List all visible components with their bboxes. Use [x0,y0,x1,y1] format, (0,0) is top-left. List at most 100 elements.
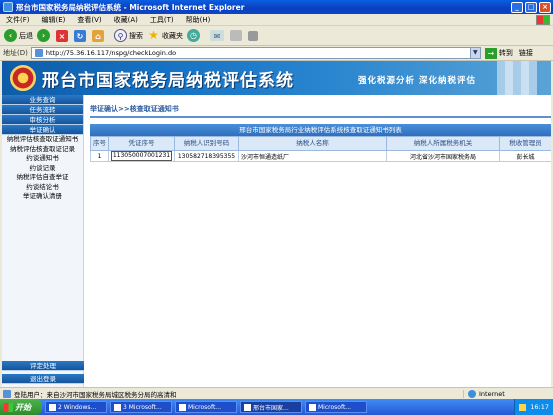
taskbar-item-label: Microsoft... [188,403,222,411]
address-url[interactable]: http://75.36.16.117/nspg/checkLogin.do [46,49,470,57]
menu-file[interactable]: 文件(F) [0,15,36,25]
links-button[interactable]: 链接 [519,48,533,58]
refresh-button[interactable]: ↻ [74,29,88,42]
cell-cert-no[interactable]: 113050007001231 [108,150,175,162]
taskbar-item-microsoft-3[interactable]: Microsoft... [305,401,367,413]
address-bar: 地址(D) http://75.36.16.117/nspg/checkLogi… [0,46,553,61]
printer-icon [230,30,242,41]
minimize-button[interactable]: _ [511,1,523,13]
favorites-label: 收藏夹 [162,31,183,40]
main-panel: 举证确认>>核查取证通知书 邢台市国家税务局行业纳税评估系统核查取证通知书列表 … [90,103,551,162]
close-button[interactable]: × [539,1,551,13]
toolbar: ‹ 后退 › × ↻ ⌂ ⚲ 搜索 ★ 收藏夹 ◷ ✉ [0,26,553,46]
sidebar: 业务查询 任务流转 审核分析 举证确认 纳税评估核查取证通知书 纳税评估核查取证… [2,95,84,387]
search-label: 搜索 [129,31,143,40]
sidebar-subitem-verification-notice[interactable]: 纳税评估核查取证通知书 [2,135,83,145]
ie-icon [309,403,316,411]
back-label: 后退 [19,31,33,40]
page-icon [34,49,43,57]
maximize-button[interactable]: □ [525,1,537,13]
sidebar-bottom: 评定处理 退出登录 [2,361,84,384]
taskbar-item-windows[interactable]: 2 Windows... [45,401,107,413]
windows-logo-icon [536,14,550,25]
edit-button[interactable] [248,30,260,41]
star-icon: ★ [148,28,159,42]
column-header-taxpayer-id: 纳税人识别号码 [174,136,239,151]
cell-tax-office: 河北省沙河市国家税务局 [386,150,500,162]
home-button[interactable]: ⌂ [92,29,106,42]
column-header-taxpayer-name: 纳税人名称 [238,136,387,151]
breadcrumb: 举证确认>>核查取证通知书 [90,105,179,113]
sidebar-item-audit-analysis[interactable]: 审核分析 [2,115,83,125]
sidebar-subitem-evidence-list[interactable]: 举证确认清册 [2,192,83,202]
notice-table: 序号 凭证序号 纳税人识别号码 纳税人名称 纳税人所属税务机关 税收管理员 1 … [90,136,551,162]
breadcrumb-divider [90,116,551,118]
menu-view[interactable]: 查看(V) [71,15,107,25]
stop-button[interactable]: × [56,29,70,42]
sidebar-subitem-interview-record[interactable]: 约谈记录 [2,164,83,174]
go-label: 转到 [498,49,513,57]
sidebar-subitem-interview-conclusion[interactable]: 约谈结论书 [2,183,83,193]
home-icon: ⌂ [92,29,104,42]
mail-button[interactable]: ✉ [210,30,226,41]
menu-favorites[interactable]: 收藏(A) [108,15,144,25]
sidebar-item-logout[interactable]: 退出登录 [2,374,84,384]
taskbar-item-label: 3 Microsoft... [123,403,162,411]
system-tray: 16:17 [514,399,553,415]
table-header-row: 序号 凭证序号 纳税人识别号码 纳税人名称 纳税人所属税务机关 税收管理员 [90,136,551,151]
taskbar-item-microsoft-2[interactable]: Microsoft... [175,401,237,413]
building-image [497,61,537,95]
cell-manager: 彭长城 [499,150,551,162]
forward-button[interactable]: › [37,29,52,42]
sidebar-item-evidence-confirm[interactable]: 举证确认 [2,125,83,135]
taskbar-item-label: Microsoft... [318,403,352,411]
sidebar-item-business-query[interactable]: 业务查询 [2,95,83,105]
taskbar-item-xingtai[interactable]: 邢台市国家... [240,401,302,413]
print-button[interactable] [230,30,244,41]
sidebar-subitem-self-check[interactable]: 纳税评估自查举证 [2,173,83,183]
go-button[interactable]: → 转到 [484,47,513,59]
menu-edit[interactable]: 编辑(E) [36,15,72,25]
forward-arrow-icon: › [37,29,50,42]
site-slogan: 强化税源分析 深化纳税评估 [358,76,476,86]
back-button[interactable]: ‹ 后退 [4,29,33,42]
refresh-icon: ↻ [74,29,86,42]
site-title: 邢台市国家税务局纳税评估系统 [42,71,294,91]
column-header-tax-office: 纳税人所属税务机关 [386,136,500,151]
start-button[interactable]: 开始 [0,399,42,415]
page-status-icon [3,389,11,398]
favorites-button[interactable]: ★ 收藏夹 [147,29,183,42]
cell-taxpayer-id: 130582718395355 [174,150,239,162]
page-content: 邢台市国家税务局纳税评估系统 强化税源分析 深化纳税评估 业务查询 任务流转 审… [0,61,553,387]
go-arrow-icon: → [484,47,497,59]
address-label: 地址(D) [3,49,28,57]
status-text: 登陆用户：来自沙河市国家税务局城区税务分局的高清和 [14,390,177,399]
sidebar-subitem-interview-notice[interactable]: 约谈通知书 [2,154,83,164]
column-header-manager: 税收管理员 [499,136,551,151]
window-titlebar[interactable]: 邢台市国家税务局纳税评估系统 - Microsoft Internet Expl… [0,0,553,14]
sidebar-item-task-flow[interactable]: 任务流转 [2,105,83,115]
sidebar-subitem-verification-record[interactable]: 纳税评估核查取证记录 [2,145,83,155]
cert-no-link[interactable]: 113050007001231 [110,151,173,161]
menu-help[interactable]: 帮助(H) [180,15,217,25]
column-header-cert-no: 凭证序号 [108,136,175,151]
ie-icon [244,403,251,411]
history-button[interactable]: ◷ [187,29,202,42]
tray-icon[interactable] [519,403,527,411]
search-button[interactable]: ⚲ 搜索 [114,29,143,42]
taskbar-item-label: 邢台市国家... [253,404,289,412]
ie-icon [3,2,13,12]
security-zone: Internet [463,389,553,398]
menu-tools[interactable]: 工具(T) [144,15,180,25]
taskbar-item-microsoft-1[interactable]: 3 Microsoft... [110,401,172,413]
sidebar-item-assessment[interactable]: 评定处理 [2,361,84,371]
stop-icon: × [56,29,68,42]
grid-title: 邢台市国家税务局行业纳税评估系统核查取证通知书列表 [90,124,551,136]
taskbar-item-label: 2 Windows... [58,403,97,411]
table-row[interactable]: 1 113050007001231 130582718395355 沙河市恒通造… [90,150,551,162]
address-dropdown-icon[interactable]: ▼ [469,48,480,58]
cell-index: 1 [90,150,109,162]
status-bar: 登陆用户：来自沙河市国家税务局城区税务分局的高清和 Internet [0,387,553,399]
edit-icon [248,30,258,41]
address-input[interactable]: http://75.36.16.117/nspg/checkLogin.do ▼ [30,47,481,59]
